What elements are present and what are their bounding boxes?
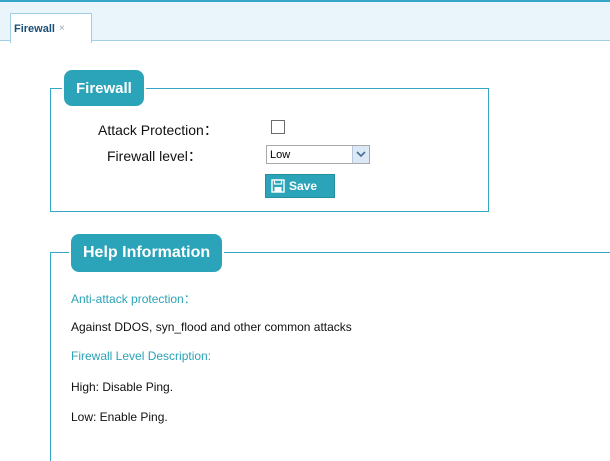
tab-firewall[interactable]: Firewall × bbox=[10, 13, 92, 43]
anti-attack-description: Against DDOS, syn_flood and other common… bbox=[71, 320, 352, 334]
firewall-panel-title: Firewall bbox=[64, 70, 144, 106]
attack-protection-label: Attack Protection： bbox=[98, 122, 218, 138]
anti-attack-heading: Anti-attack protection： bbox=[71, 292, 196, 306]
tab-label: Firewall bbox=[14, 22, 55, 35]
firewall-level-high: High: Disable Ping. bbox=[71, 380, 174, 394]
attack-protection-checkbox[interactable] bbox=[271, 120, 285, 134]
close-icon[interactable]: × bbox=[59, 23, 65, 34]
firewall-level-select[interactable]: Low bbox=[266, 145, 370, 164]
tab-bar: Firewall × bbox=[0, 0, 610, 43]
firewall-level-value: Low bbox=[270, 148, 291, 161]
help-panel-title: Help Information bbox=[71, 234, 223, 272]
firewall-level-label: Firewall level： bbox=[107, 148, 202, 164]
firewall-level-heading: Firewall Level Description: bbox=[71, 349, 212, 363]
save-button[interactable]: Save bbox=[265, 174, 335, 198]
floppy-disk-icon bbox=[271, 179, 285, 193]
chevron-down-icon[interactable] bbox=[352, 146, 369, 163]
save-button-label: Save bbox=[289, 179, 318, 193]
firewall-level-low: Low: Enable Ping. bbox=[71, 410, 168, 424]
